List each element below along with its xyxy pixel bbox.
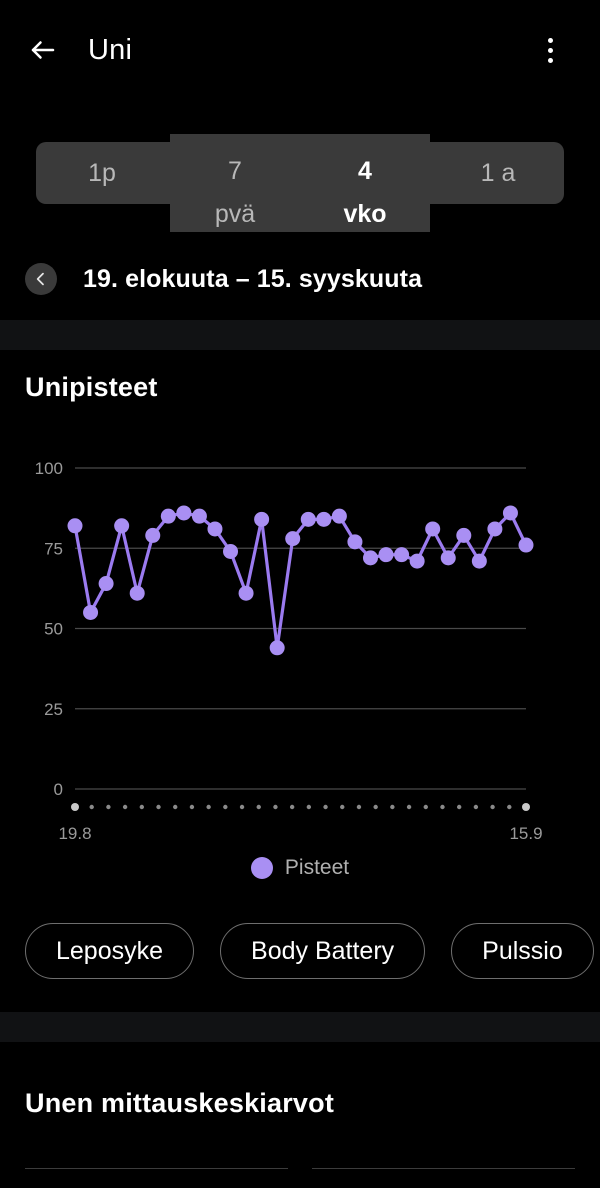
date-range-nav: 19. elokuuta – 15. syyskuuta <box>0 254 600 304</box>
tab-4-weeks-line2: vko <box>343 200 387 228</box>
tab-7-days[interactable]: 7 pvä <box>170 134 300 232</box>
more-vertical-icon-dot <box>547 37 553 43</box>
tab-1-day-label: 1p <box>88 158 116 187</box>
sleep-averages-column <box>25 1168 288 1188</box>
svg-text:15.9: 15.9 <box>509 824 542 843</box>
sleep-averages-title: Unen mittauskeskiarvot <box>25 1088 335 1118</box>
back-button[interactable] <box>14 21 72 79</box>
more-vertical-icon-dot <box>547 47 553 53</box>
previous-period-button[interactable] <box>25 263 57 295</box>
legend-label: Pisteet <box>284 856 350 879</box>
sleep-averages-column <box>312 1168 575 1188</box>
svg-text:25: 25 <box>44 700 63 719</box>
tab-1-year[interactable]: 1 a <box>432 142 564 204</box>
section-divider-bottom <box>0 1012 600 1042</box>
sleep-averages-grid <box>0 1168 600 1188</box>
pill-body-battery[interactable]: Body Battery <box>220 923 426 979</box>
chart-legend: Pisteet <box>0 856 600 880</box>
tab-7-days-line2: pvä <box>214 200 256 228</box>
svg-text:19.8: 19.8 <box>58 824 91 843</box>
sleep-detail-screen: Uni 1p 1 a 7 pvä 4 vko 19. elokuuta – 15… <box>0 0 600 1188</box>
metric-pill-row: Leposyke Body Battery Pulssio <box>0 922 600 980</box>
section-divider-top <box>0 320 600 350</box>
chevron-left-icon <box>36 272 44 286</box>
svg-text:0: 0 <box>54 780 63 799</box>
pill-pulssioksimetri-label: Pulssio <box>482 936 563 965</box>
app-bar: Uni <box>0 0 600 100</box>
page-title: Uni <box>88 33 133 66</box>
sleep-score-title: Unipisteet <box>25 372 158 402</box>
arrow-left-icon <box>31 41 55 59</box>
date-range-label: 19. elokuuta – 15. syyskuuta <box>83 264 423 293</box>
svg-text:50: 50 <box>44 620 63 639</box>
overflow-menu-button[interactable] <box>530 27 570 73</box>
range-tab-overlay: 7 pvä 4 vko <box>170 134 430 232</box>
pill-leposyke[interactable]: Leposyke <box>25 923 195 979</box>
legend-color-swatch <box>250 857 273 879</box>
svg-text:75: 75 <box>44 539 63 558</box>
pill-leposyke-label: Leposyke <box>56 936 164 965</box>
sleep-score-chart[interactable]: 0 25 50 75 100 19.8 15.9 <box>0 440 600 850</box>
tab-4-weeks-line1: 4 <box>358 157 372 185</box>
tab-4-weeks[interactable]: 4 vko <box>300 134 430 232</box>
pill-body-battery-label: Body Battery <box>251 936 395 965</box>
sleep-score-line-chart: 0 25 50 75 100 19.8 15.9 <box>35 459 543 843</box>
more-vertical-icon-dot <box>547 57 553 63</box>
tab-1-day[interactable]: 1p <box>36 142 168 204</box>
pill-pulssioksimetri[interactable]: Pulssio <box>451 923 594 979</box>
tab-7-days-line1: 7 <box>228 157 242 185</box>
tab-1-year-label: 1 a <box>480 158 516 187</box>
svg-text:100: 100 <box>35 459 63 478</box>
